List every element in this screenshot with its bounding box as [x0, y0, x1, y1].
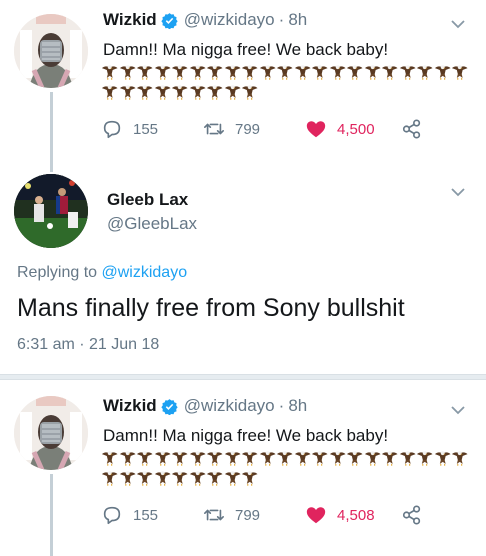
- retweet-count: 799: [235, 506, 261, 524]
- share-button[interactable]: [401, 504, 433, 526]
- like-button[interactable]: 4,508: [305, 504, 375, 526]
- eagle-emoji-icon: [101, 468, 119, 488]
- thread-line: [50, 474, 53, 556]
- tweet-time[interactable]: 8h: [288, 396, 307, 416]
- eagle-emoji-icon: [259, 448, 277, 468]
- section-divider: [0, 374, 486, 380]
- tweet-actions: 155 799 4,508: [101, 504, 441, 530]
- reply-button[interactable]: 155: [101, 504, 158, 526]
- reply-text: Mans finally free from Sony bullshit: [17, 294, 405, 322]
- eagle-emoji-icon: [276, 448, 294, 468]
- replying-to: Replying to @wizkidayo: [17, 264, 187, 282]
- chevron-down-icon[interactable]: [450, 402, 466, 418]
- retweet-icon: [204, 509, 224, 521]
- eagle-emoji-icon: [206, 448, 224, 468]
- retweet-button[interactable]: 799: [203, 504, 260, 526]
- eagle-emoji-icon: [399, 448, 417, 468]
- like-count: 4,508: [337, 506, 375, 524]
- user-handle[interactable]: @wizkidayo: [184, 396, 275, 416]
- replying-mention-link[interactable]: @wizkidayo: [102, 264, 188, 281]
- eagle-emoji-icon: [136, 468, 154, 488]
- emoji-row: [101, 448, 471, 488]
- eagle-emoji-icon: [154, 468, 172, 488]
- reply-icon: [103, 506, 121, 525]
- eagle-emoji-icon: [101, 448, 119, 468]
- eagle-emoji-icon: [206, 468, 224, 488]
- eagle-emoji-icon: [224, 448, 242, 468]
- wizkid-avatar[interactable]: [14, 396, 88, 470]
- reply-user-handle[interactable]: @GleebLax: [107, 214, 197, 234]
- display-name[interactable]: Wizkid: [103, 396, 157, 416]
- eagle-emoji-icon: [241, 468, 259, 488]
- eagle-emoji-icon: [171, 468, 189, 488]
- eagle-emoji-icon: [434, 448, 452, 468]
- eagle-emoji-icon: [241, 448, 259, 468]
- eagle-emoji-icon: [171, 448, 189, 468]
- eagle-emoji-icon: [311, 448, 329, 468]
- eagle-emoji-icon: [329, 448, 347, 468]
- tweet-2: Wizkid @wizkidayo · 8h Damn!! Ma nigga f…: [0, 382, 486, 556]
- eagle-emoji-icon: [381, 448, 399, 468]
- eagle-emoji-icon: [119, 468, 137, 488]
- reply-count: 155: [133, 506, 159, 524]
- eagle-emoji-icon: [346, 448, 364, 468]
- separator-dot: ·: [278, 396, 285, 415]
- share-icon: [402, 505, 421, 525]
- tweet-header: Wizkid @wizkidayo · 8h: [103, 396, 307, 416]
- reply-tweet: Gleeb Lax @GleebLax Replying to @wizkida…: [0, 0, 486, 372]
- eagle-emoji-icon: [224, 468, 242, 488]
- verified-badge-icon: [161, 398, 178, 415]
- eagle-emoji-icon: [294, 448, 312, 468]
- eagle-emoji-icon: [189, 468, 207, 488]
- replying-prefix: Replying to: [17, 264, 98, 281]
- eagle-emoji-icon: [154, 448, 172, 468]
- gleeblax-avatar[interactable]: [14, 174, 88, 248]
- chevron-down-icon[interactable]: [450, 184, 466, 200]
- tweet-text: Damn!! Ma nigga free! We back baby!: [103, 426, 389, 445]
- eagle-emoji-icon: [416, 448, 434, 468]
- eagle-emoji-icon: [136, 448, 154, 468]
- eagle-emoji-icon: [451, 448, 469, 468]
- heart-icon: [306, 507, 326, 524]
- reply-timestamp[interactable]: 6:31 am · 21 Jun 18: [17, 336, 159, 354]
- eagle-emoji-icon: [119, 448, 137, 468]
- eagle-emoji-icon: [189, 448, 207, 468]
- reply-display-name[interactable]: Gleeb Lax: [107, 190, 188, 210]
- eagle-emoji-icon: [364, 448, 382, 468]
